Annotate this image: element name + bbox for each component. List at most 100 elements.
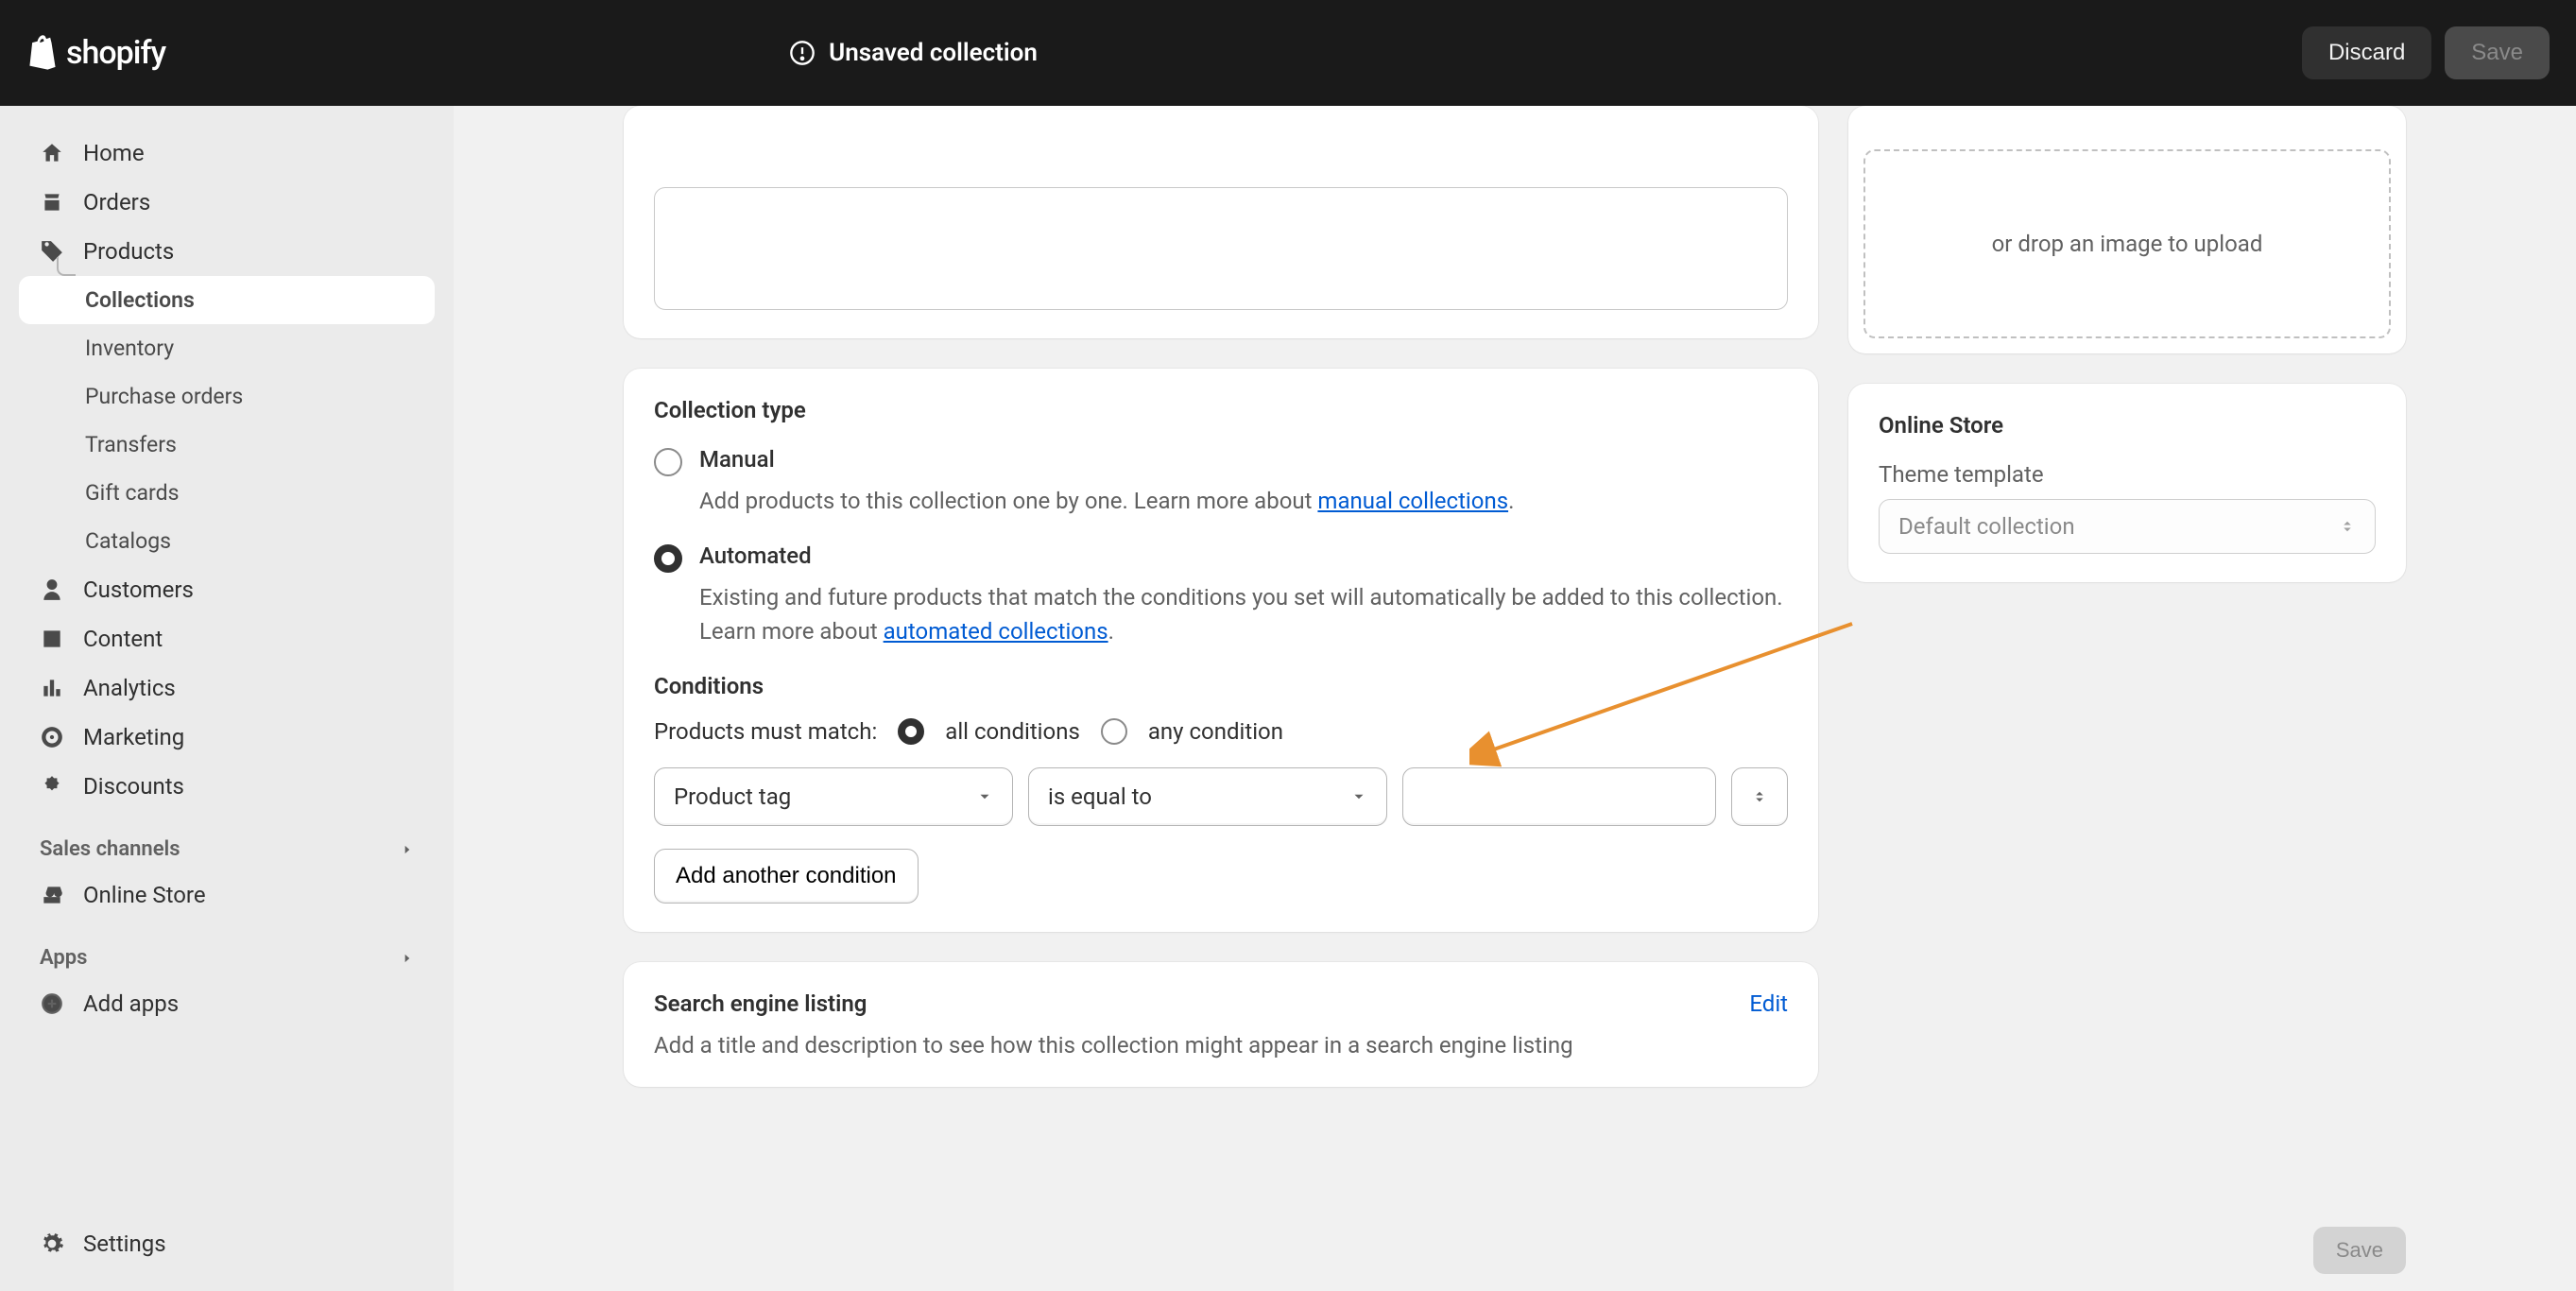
select-value: is equal to bbox=[1048, 783, 1152, 810]
seo-card: Search engine listing Edit Add a title a… bbox=[624, 962, 1818, 1087]
sidebar-item-label: Marketing bbox=[83, 724, 184, 750]
sidebar-item-label: Orders bbox=[83, 189, 150, 215]
automated-description: Existing and future products that match … bbox=[699, 580, 1788, 648]
shopify-wordmark: shopify bbox=[66, 34, 165, 72]
sidebar-section-label: Apps bbox=[40, 946, 87, 970]
sidebar-item-add-apps[interactable]: Add apps bbox=[19, 979, 435, 1028]
discard-button[interactable]: Discard bbox=[2302, 26, 2431, 79]
radio-automated[interactable]: Automated bbox=[654, 542, 1788, 573]
sidebar-item-label: Customers bbox=[83, 577, 194, 603]
home-icon bbox=[40, 141, 64, 165]
radio-any-label: any condition bbox=[1148, 718, 1283, 745]
radio-label: Manual bbox=[699, 446, 775, 473]
automated-collections-link[interactable]: automated collections bbox=[884, 618, 1108, 645]
sort-icon bbox=[1751, 785, 1768, 808]
sidebar-item-products[interactable]: Products bbox=[19, 227, 435, 276]
sidebar-item-customers[interactable]: Customers bbox=[19, 565, 435, 614]
condition-field-select[interactable]: Product tag bbox=[654, 767, 1013, 826]
sidebar-item-gift-cards[interactable]: Gift cards bbox=[19, 469, 435, 517]
footer: Save bbox=[2313, 1227, 2406, 1274]
save-button-bottom[interactable]: Save bbox=[2313, 1227, 2406, 1274]
sidebar-item-marketing[interactable]: Marketing bbox=[19, 713, 435, 762]
person-icon bbox=[40, 577, 64, 602]
topbar: shopify Unsaved collection Discard Save bbox=[0, 0, 2576, 106]
image-icon bbox=[40, 627, 64, 651]
online-store-title: Online Store bbox=[1879, 412, 2376, 439]
collection-type-card: Collection type Manual Add products to t… bbox=[624, 369, 1818, 932]
sidebar-item-transfers[interactable]: Transfers bbox=[19, 421, 435, 469]
select-updown-icon bbox=[2339, 515, 2356, 538]
sidebar-item-inventory[interactable]: Inventory bbox=[19, 324, 435, 372]
conditions-title: Conditions bbox=[654, 673, 1788, 699]
condition-sort-button[interactable] bbox=[1731, 767, 1788, 826]
sidebar-item-label: Catalogs bbox=[85, 528, 171, 554]
store-icon bbox=[40, 883, 64, 907]
description-card bbox=[624, 106, 1818, 338]
page-title: Unsaved collection bbox=[829, 39, 1038, 67]
online-store-card: Online Store Theme template Default coll… bbox=[1848, 384, 2406, 582]
sidebar-item-catalogs[interactable]: Catalogs bbox=[19, 517, 435, 565]
sidebar-item-label: Inventory bbox=[85, 336, 174, 361]
sidebar-item-label: Add apps bbox=[83, 990, 179, 1017]
sidebar-item-analytics[interactable]: Analytics bbox=[19, 663, 435, 713]
sidebar-item-label: Gift cards bbox=[85, 480, 179, 506]
description-textarea[interactable] bbox=[654, 187, 1788, 310]
discount-icon bbox=[40, 774, 64, 799]
radio-all-conditions[interactable] bbox=[898, 718, 924, 745]
shopify-logo[interactable]: shopify bbox=[26, 34, 165, 72]
theme-template-select[interactable]: Default collection bbox=[1879, 499, 2376, 554]
add-another-condition-button[interactable]: Add another condition bbox=[654, 849, 919, 904]
orders-icon bbox=[40, 190, 64, 215]
sidebar-item-label: Collections bbox=[85, 287, 195, 313]
sidebar-section-apps[interactable]: Apps bbox=[19, 920, 435, 979]
radio-manual[interactable]: Manual bbox=[654, 446, 1788, 476]
shopify-bag-icon bbox=[26, 35, 59, 71]
sidebar-item-home[interactable]: Home bbox=[19, 129, 435, 178]
sidebar-item-purchase-orders[interactable]: Purchase orders bbox=[19, 372, 435, 421]
radio-label: Automated bbox=[699, 542, 812, 569]
radio-icon bbox=[654, 448, 682, 476]
chevron-down-icon bbox=[1350, 788, 1367, 805]
sidebar-item-label: Online Store bbox=[83, 882, 206, 908]
sidebar-item-orders[interactable]: Orders bbox=[19, 178, 435, 227]
collection-type-title: Collection type bbox=[654, 397, 1788, 423]
target-icon bbox=[40, 725, 64, 749]
chevron-right-icon bbox=[401, 952, 414, 965]
chevron-right-icon bbox=[401, 843, 414, 856]
sidebar-item-label: Purchase orders bbox=[85, 384, 243, 409]
radio-all-label: all conditions bbox=[945, 718, 1080, 745]
gear-icon bbox=[40, 1231, 64, 1256]
match-label: Products must match: bbox=[654, 718, 877, 745]
radio-icon bbox=[654, 544, 682, 573]
seo-title: Search engine listing bbox=[654, 990, 867, 1017]
image-drop-zone[interactable]: or drop an image to upload bbox=[1863, 149, 2391, 338]
sidebar-item-label: Transfers bbox=[85, 432, 177, 457]
condition-value-input[interactable] bbox=[1402, 767, 1716, 826]
manual-collections-link[interactable]: manual collections bbox=[1317, 488, 1508, 514]
match-row: Products must match: all conditions any … bbox=[654, 718, 1788, 745]
drop-hint: or drop an image to upload bbox=[1992, 231, 2263, 257]
radio-any-condition[interactable] bbox=[1101, 718, 1127, 745]
sidebar-item-label: Products bbox=[83, 238, 174, 265]
sidebar-item-collections[interactable]: Collections bbox=[19, 276, 435, 324]
sidebar-item-content[interactable]: Content bbox=[19, 614, 435, 663]
chart-icon bbox=[40, 676, 64, 700]
chevron-down-icon bbox=[976, 788, 993, 805]
image-upload-card: or drop an image to upload bbox=[1848, 106, 2406, 353]
sidebar-section-label: Sales channels bbox=[40, 837, 180, 861]
seo-edit-button[interactable]: Edit bbox=[1749, 990, 1788, 1017]
condition-operator-select[interactable]: is equal to bbox=[1028, 767, 1387, 826]
sidebar-section-sales-channels[interactable]: Sales channels bbox=[19, 811, 435, 870]
sidebar-item-label: Analytics bbox=[83, 675, 176, 701]
sidebar-item-settings[interactable]: Settings bbox=[19, 1219, 435, 1268]
save-button[interactable]: Save bbox=[2445, 26, 2550, 79]
seo-description: Add a title and description to see how t… bbox=[654, 1032, 1788, 1059]
sidebar-item-label: Home bbox=[83, 140, 145, 166]
sidebar-item-discounts[interactable]: Discounts bbox=[19, 762, 435, 811]
select-value: Product tag bbox=[674, 783, 791, 810]
manual-description: Add products to this collection one by o… bbox=[699, 484, 1788, 518]
condition-row: Product tag is equal to bbox=[654, 767, 1788, 826]
select-value: Default collection bbox=[1898, 513, 2075, 540]
sidebar-item-online-store[interactable]: Online Store bbox=[19, 870, 435, 920]
sidebar-item-label: Content bbox=[83, 626, 163, 652]
